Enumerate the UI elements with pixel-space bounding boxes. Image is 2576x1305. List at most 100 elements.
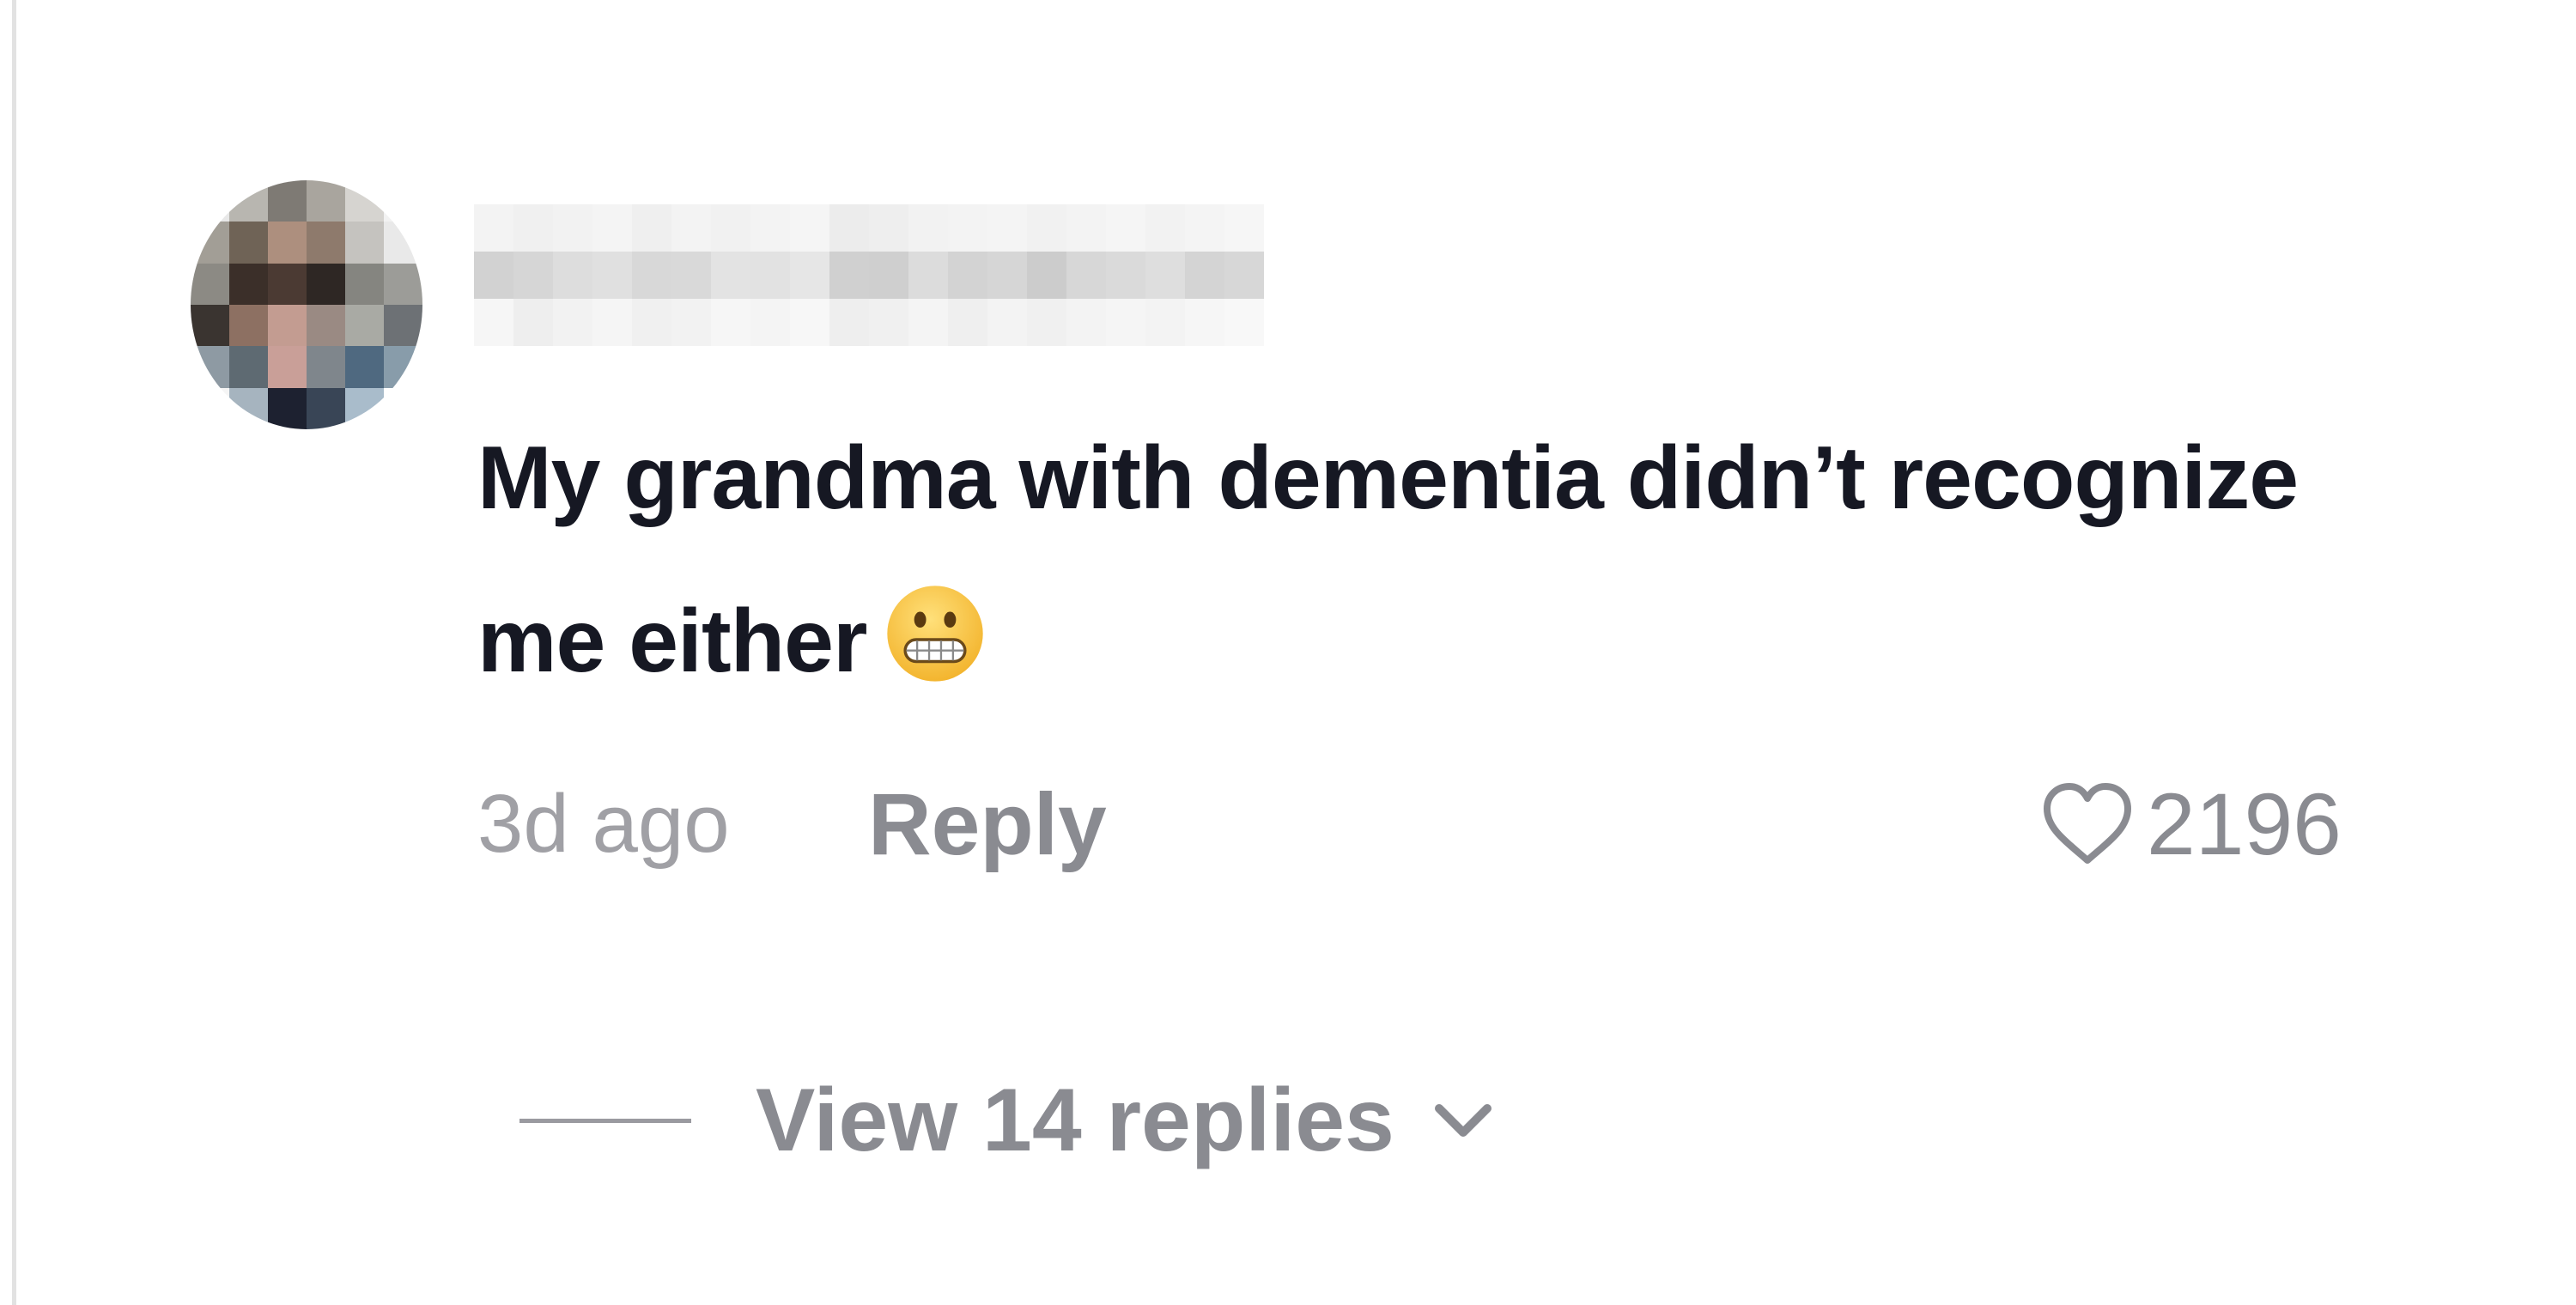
- username-pixel: [711, 252, 750, 299]
- avatar-pixel: [384, 180, 422, 222]
- username-pixel: [948, 299, 987, 346]
- username-pixel: [1224, 252, 1264, 299]
- avatar-pixel: [229, 346, 268, 388]
- username-pixel: [632, 299, 671, 346]
- comment-text-body: My grandma with dementia didn’t recogniz…: [477, 428, 2299, 691]
- avatar-pixel: [307, 304, 345, 347]
- username-pixel: [908, 204, 948, 252]
- avatar-pixel: [268, 387, 307, 429]
- username-pixel: [1066, 252, 1106, 299]
- username-pixel: [671, 204, 711, 252]
- username-pixel: [474, 252, 513, 299]
- username-pixel: [948, 252, 987, 299]
- username-pixel: [671, 252, 711, 299]
- avatar-pixel: [307, 263, 345, 305]
- avatar-pixel: [191, 304, 229, 347]
- username-pixel: [1066, 204, 1106, 252]
- avatar-pixel: [345, 180, 384, 222]
- username-pixel: [987, 252, 1027, 299]
- avatar-pixel: [307, 346, 345, 388]
- avatar-pixel: [229, 222, 268, 264]
- avatar-pixel: [268, 180, 307, 222]
- username-pixel: [869, 299, 908, 346]
- username-pixel: [908, 252, 948, 299]
- avatar-pixel: [268, 346, 307, 388]
- username-pixel: [632, 204, 671, 252]
- avatar-pixel: [191, 263, 229, 305]
- username-pixel: [750, 252, 790, 299]
- username-pixel: [671, 299, 711, 346]
- comment-meta-row: 3d ago Reply 2196: [477, 773, 2401, 876]
- username-pixel: [1027, 299, 1066, 346]
- username-pixel: [829, 204, 869, 252]
- view-replies-button[interactable]: View 14 replies: [519, 1065, 1498, 1176]
- username-pixel: [790, 252, 829, 299]
- avatar-pixel: [229, 387, 268, 429]
- avatar-pixel: [384, 304, 422, 347]
- username-pixel: [1106, 299, 1145, 346]
- username-pixel: [592, 299, 632, 346]
- username-pixel: [948, 204, 987, 252]
- avatar-pixel: [345, 263, 384, 305]
- username-pixel: [1027, 252, 1066, 299]
- avatar-pixel: [229, 180, 268, 222]
- username-pixel: [1027, 204, 1066, 252]
- username-pixel: [869, 252, 908, 299]
- username-pixel: [829, 299, 869, 346]
- username-pixel: [908, 299, 948, 346]
- avatar-pixel: [191, 346, 229, 388]
- username-pixel: [553, 252, 592, 299]
- avatar-pixel: [345, 346, 384, 388]
- username-pixel: [711, 204, 750, 252]
- avatar-pixel: [307, 387, 345, 429]
- avatar-pixel: [384, 222, 422, 264]
- avatar-pixel: [191, 387, 229, 429]
- username-pixel: [790, 204, 829, 252]
- username-pixel: [1145, 252, 1185, 299]
- username-pixel: [987, 299, 1027, 346]
- avatar-pixel: [384, 263, 422, 305]
- username-pixel: [513, 299, 553, 346]
- username-pixel: [1145, 204, 1185, 252]
- username-pixel: [1224, 204, 1264, 252]
- username-pixel: [1145, 299, 1185, 346]
- username-pixel: [711, 299, 750, 346]
- reply-button[interactable]: Reply: [868, 773, 1107, 876]
- view-replies-label: View 14 replies: [756, 1071, 1394, 1170]
- comment-text: My grandma with dementia didn’t recogniz…: [477, 397, 2366, 723]
- username-pixel: [474, 204, 513, 252]
- avatar-pixel: [384, 346, 422, 388]
- replies-divider-line: [519, 1118, 691, 1123]
- username-redacted[interactable]: [474, 204, 1264, 346]
- avatar-pixel: [191, 222, 229, 264]
- like-count: 2196: [2147, 775, 2342, 873]
- avatar[interactable]: [191, 180, 422, 429]
- username-pixel: [1185, 252, 1224, 299]
- avatar-pixel: [345, 304, 384, 347]
- username-pixel: [1185, 204, 1224, 252]
- username-pixel: [592, 204, 632, 252]
- username-pixel: [513, 204, 553, 252]
- avatar-pixel: [268, 304, 307, 347]
- username-pixel: [1066, 299, 1106, 346]
- username-pixel: [750, 299, 790, 346]
- avatar-pixel: [345, 222, 384, 264]
- like-button[interactable]: 2196: [2040, 773, 2342, 876]
- username-pixel: [1185, 299, 1224, 346]
- username-pixel: [632, 252, 671, 299]
- username-pixel: [553, 299, 592, 346]
- username-pixel: [1224, 299, 1264, 346]
- chevron-down-icon: [1434, 1104, 1492, 1137]
- username-pixel: [869, 204, 908, 252]
- username-pixel: [790, 299, 829, 346]
- username-pixel: [553, 204, 592, 252]
- username-pixel: [592, 252, 632, 299]
- username-pixel: [987, 204, 1027, 252]
- avatar-pixel: [191, 180, 229, 222]
- username-pixel: [1106, 252, 1145, 299]
- avatar-pixel: [384, 387, 422, 429]
- grimacing-face-icon: [887, 586, 984, 682]
- username-pixel: [513, 252, 553, 299]
- avatar-pixel: [268, 222, 307, 264]
- heart-outline-icon: [2044, 783, 2131, 864]
